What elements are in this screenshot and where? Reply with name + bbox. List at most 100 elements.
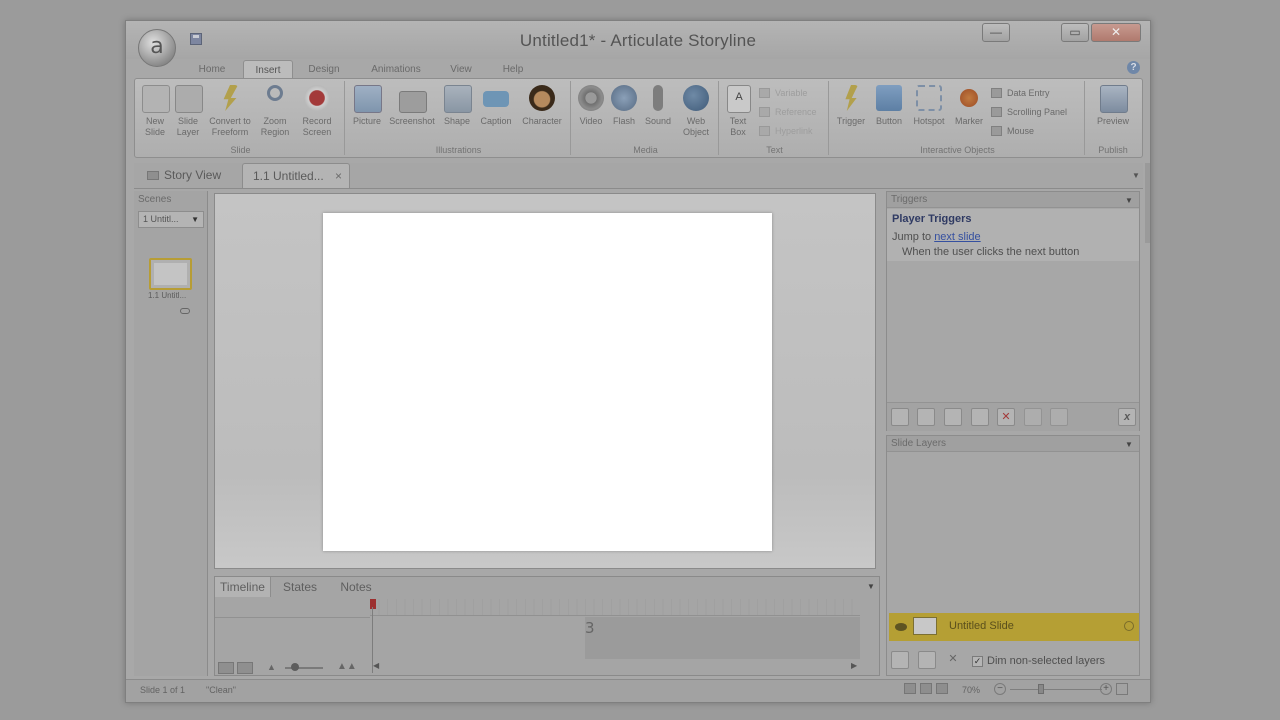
tab-insert[interactable]: Insert (243, 60, 293, 79)
base-layer-row[interactable]: Untitled Slide (889, 613, 1139, 641)
delete-layer-icon[interactable]: ✕ (944, 651, 962, 669)
minimize-button[interactable]: — (982, 23, 1010, 42)
tab-design[interactable]: Design (300, 60, 348, 79)
slide-thumbnail-preview (154, 263, 187, 285)
preview-label: Preview (1096, 116, 1129, 126)
timeline-ruler[interactable] (370, 599, 860, 616)
slide-canvas[interactable] (323, 213, 772, 551)
scrolling-panel-button[interactable]: Scrolling Panel (991, 104, 1067, 120)
copy-trigger-icon[interactable] (944, 408, 962, 426)
flash-icon (611, 85, 637, 111)
text-box-label: Text Box (729, 116, 747, 137)
picture-button[interactable]: Picture (349, 83, 385, 143)
paste-trigger-icon[interactable] (971, 408, 989, 426)
record-screen-button[interactable]: Record Screen (297, 83, 337, 143)
dim-non-selected-checkbox[interactable]: ✓ (972, 656, 983, 667)
video-button[interactable]: Video (575, 83, 607, 143)
trigger-action[interactable]: Jump to next slide (892, 231, 981, 243)
delete-trigger-icon[interactable]: ✕ (997, 408, 1015, 426)
tab-notes[interactable]: Notes (328, 577, 384, 597)
vertical-scrollbar[interactable] (1145, 163, 1150, 243)
normal-view-icon[interactable] (904, 683, 916, 694)
variable-button[interactable]: Variable (759, 85, 807, 101)
fit-to-window-icon[interactable] (1116, 683, 1128, 695)
text-box-button[interactable]: A Text Box (723, 83, 753, 143)
chevron-down-icon[interactable]: ▼ (1125, 440, 1133, 449)
tab-help[interactable]: Help (492, 60, 534, 79)
caption-button[interactable]: Caption (477, 83, 515, 143)
move-up-icon[interactable] (1024, 408, 1042, 426)
eye-icon[interactable] (895, 623, 907, 631)
chevron-down-icon[interactable]: ▼ (867, 582, 875, 591)
timeline-end-marker[interactable]: 3 (585, 619, 595, 637)
screenshot-icon (399, 91, 427, 113)
shape-icon (444, 85, 472, 113)
tab-home[interactable]: Home (188, 60, 236, 79)
sound-button[interactable]: Sound (641, 83, 675, 143)
slide-sorter-icon[interactable] (920, 683, 932, 694)
convert-freeform-label: Convert to Freeform (209, 116, 251, 137)
help-icon[interactable]: ? (1127, 61, 1140, 74)
tab-timeline[interactable]: Timeline (215, 577, 271, 597)
character-button[interactable]: Character (519, 83, 565, 143)
close-button[interactable]: ✕ (1091, 23, 1141, 42)
record-screen-label: Record Screen (302, 116, 332, 137)
close-tab-icon[interactable]: × (335, 164, 342, 189)
zoom-slider-thumb[interactable] (1038, 684, 1044, 694)
scroll-left-icon[interactable]: ◀ (373, 661, 379, 670)
layer-properties-icon[interactable] (1124, 621, 1134, 631)
trigger-button[interactable]: Trigger (833, 83, 869, 143)
convert-freeform-button[interactable]: Convert to Freeform (207, 83, 253, 143)
tab-states[interactable]: States (272, 577, 328, 597)
edit-trigger-icon[interactable] (917, 408, 935, 426)
zoom-region-button[interactable]: Zoom Region (257, 83, 293, 143)
preview-button[interactable]: Preview (1095, 83, 1131, 143)
new-trigger-icon[interactable] (891, 408, 909, 426)
mouse-button[interactable]: Mouse (991, 123, 1034, 139)
new-layer-icon[interactable] (891, 651, 909, 669)
new-slide-button[interactable]: New Slide (139, 83, 171, 143)
chevron-down-icon[interactable]: ▼ (1125, 196, 1133, 205)
maximize-button[interactable]: ▭ (1061, 23, 1089, 42)
trigger-target-link[interactable]: next slide (934, 231, 980, 243)
flash-button[interactable]: Flash (609, 83, 639, 143)
reading-view-icon[interactable] (936, 683, 948, 694)
stop-icon[interactable] (237, 662, 253, 674)
zoom-out-icon[interactable]: − (994, 683, 1006, 695)
screenshot-button[interactable]: Screenshot (387, 83, 437, 143)
shape-button[interactable]: Shape (441, 83, 473, 143)
zoom-in-icon[interactable]: + (1100, 683, 1112, 695)
slide-layer-button[interactable]: Slide Layer (173, 83, 203, 143)
group-label-text: Text (766, 145, 783, 155)
reference-button[interactable]: Reference (759, 104, 817, 120)
variables-icon[interactable]: x (1118, 408, 1136, 426)
zoom-slider[interactable] (1010, 689, 1102, 690)
timeline-zoom-thumb[interactable] (291, 663, 299, 671)
chevron-down-icon[interactable]: ▼ (1132, 171, 1140, 180)
app-menu-button[interactable]: a (138, 29, 176, 67)
marker-button[interactable]: Marker (951, 83, 987, 143)
zoom-level[interactable]: 70% (962, 685, 980, 695)
web-object-button[interactable]: Web Object (677, 83, 715, 143)
scroll-right-icon[interactable]: ▶ (851, 661, 857, 670)
play-icon[interactable] (218, 662, 234, 674)
tab-story-view[interactable]: Story View (140, 163, 236, 188)
scene-dropdown-value: 1 Untitl... (143, 214, 179, 224)
hyperlink-button[interactable]: Hyperlink (759, 123, 813, 139)
trigger-action-text: Jump to (892, 231, 935, 243)
hotspot-icon (916, 85, 942, 111)
tab-view[interactable]: View (441, 60, 481, 79)
button-button[interactable]: Button (871, 83, 907, 143)
tab-animations[interactable]: Animations (362, 60, 430, 79)
duplicate-layer-icon[interactable] (918, 651, 936, 669)
tab-slide-1-1[interactable]: 1.1 Untitled... × (242, 163, 350, 188)
slide-thumbnail[interactable] (149, 258, 192, 290)
data-entry-button[interactable]: Data Entry (991, 85, 1050, 101)
save-icon[interactable] (190, 33, 202, 45)
zoom-in-mountain-icon[interactable]: ▲▲ (337, 661, 357, 672)
move-down-icon[interactable] (1050, 408, 1068, 426)
playhead-handle[interactable] (370, 599, 376, 609)
scene-dropdown[interactable]: 1 Untitl... ▼ (138, 211, 204, 228)
hotspot-button[interactable]: Hotspot (909, 83, 949, 143)
zoom-out-mountain-icon[interactable]: ▲ (267, 662, 276, 672)
